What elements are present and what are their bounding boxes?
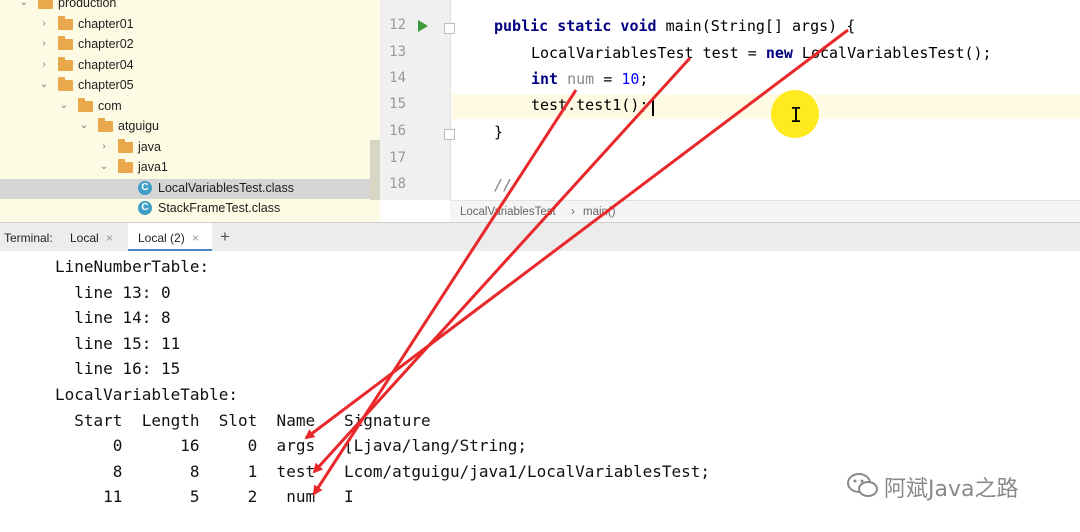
tree-item-label: java xyxy=(138,139,161,154)
breadcrumb-method[interactable]: main() xyxy=(583,206,616,218)
breadcrumb-separator-icon: › xyxy=(571,206,575,218)
run-icon[interactable] xyxy=(418,20,428,32)
folder-icon xyxy=(58,15,73,30)
tree-item[interactable]: ⌄ chapter05 xyxy=(0,76,380,96)
terminal-line: LocalVariableTable: xyxy=(55,385,239,404)
line-number: 15 xyxy=(389,96,406,112)
line-number: 14 xyxy=(389,70,406,86)
tab-local-2-close-icon[interactable]: × xyxy=(192,231,199,245)
terminal-line: line 15: 11 xyxy=(55,334,181,353)
code-line-15: test.test1(); xyxy=(531,96,649,114)
line-number: 17 xyxy=(389,150,406,166)
add-tab-icon[interactable]: + xyxy=(220,227,230,247)
tree-item-label: chapter02 xyxy=(78,37,134,51)
folder-icon xyxy=(98,118,113,132)
tree-item-label: chapter05 xyxy=(78,78,134,92)
ibeam-cursor-icon: I xyxy=(790,103,803,127)
class-file-icon: C xyxy=(138,201,152,215)
editor-gutter: 12 13 14 15 16 17 18 xyxy=(380,0,455,200)
tree-item[interactable]: ⌄ production xyxy=(0,0,380,14)
tree-item[interactable]: › chapter02 xyxy=(0,35,380,55)
tab-local-close-icon[interactable]: × xyxy=(106,231,113,245)
folder-icon xyxy=(58,56,73,71)
folder-icon xyxy=(58,77,73,91)
folder-icon xyxy=(118,159,133,173)
terminal-line: LineNumberTable: xyxy=(55,257,210,276)
watermark: 阿斌Java之路 xyxy=(846,468,1056,502)
tree-item[interactable]: › java xyxy=(0,138,380,158)
tree-item-label: com xyxy=(98,98,122,113)
terminal-line: 8 8 1 test Lcom/atguigu/java1/LocalVaria… xyxy=(55,462,711,481)
folder-icon xyxy=(78,97,93,112)
chevron-right-icon[interactable]: › xyxy=(98,141,110,153)
tree-item[interactable]: C StackFrameTest.class xyxy=(0,199,380,219)
folder-icon xyxy=(58,36,73,50)
tree-item[interactable]: ⌄ atguigu xyxy=(0,117,380,137)
tree-item[interactable]: C LocalVariablesTest.class xyxy=(0,178,380,199)
chevron-down-icon[interactable]: ⌄ xyxy=(98,161,110,173)
code-line-13: LocalVariablesTest test = new LocalVaria… xyxy=(531,44,992,62)
line-number: 18 xyxy=(389,176,406,192)
terminal-tab-bar: Terminal: Local × Local (2) × + xyxy=(0,222,1080,252)
terminal-line: line 16: 15 xyxy=(55,359,181,378)
chevron-right-icon[interactable]: › xyxy=(38,59,50,71)
project-tree: ⌄ production › chapter01 › chapter02 › chapter0… xyxy=(0,0,380,222)
chevron-right-icon[interactable]: › xyxy=(38,38,50,50)
code-line-16: } xyxy=(494,123,504,141)
line-number: 12 xyxy=(389,17,406,33)
code-line-12: public static void main(String[] args) { xyxy=(494,17,856,35)
tree-item-label: chapter04 xyxy=(78,57,134,72)
tree-item-label: LocalVariablesTest.class xyxy=(158,180,294,195)
chevron-down-icon[interactable]: ⌄ xyxy=(78,120,90,132)
tree-item-label: java1 xyxy=(138,160,168,174)
code-line-18: // xyxy=(494,176,513,194)
folder-icon xyxy=(118,138,133,153)
chevron-down-icon[interactable]: ⌄ xyxy=(58,100,70,112)
terminal-title: Terminal: xyxy=(4,231,53,245)
tab-local-2-label[interactable]: Local (2) xyxy=(138,231,185,245)
tree-item[interactable]: › chapter04 xyxy=(0,56,380,76)
tree-scrollbar[interactable] xyxy=(370,140,380,200)
terminal-line: line 14: 8 xyxy=(55,308,171,327)
tree-item-label: production xyxy=(58,0,117,10)
fold-icon[interactable] xyxy=(444,129,455,140)
chevron-down-icon[interactable]: ⌄ xyxy=(38,79,50,91)
tree-item-label: atguigu xyxy=(118,119,160,133)
class-file-icon: C xyxy=(138,180,152,195)
line-number: 16 xyxy=(389,123,406,139)
tree-item-label: chapter01 xyxy=(78,16,134,31)
terminal-line: 11 5 2 num I xyxy=(55,487,354,506)
chevron-right-icon[interactable]: › xyxy=(38,18,50,30)
breadcrumb-file[interactable]: LocalVariablesTest xyxy=(460,206,556,218)
terminal-line: line 13: 0 xyxy=(55,283,171,302)
terminal-line: Start Length Slot Name Signature xyxy=(55,411,431,430)
tree-item[interactable]: › chapter01 xyxy=(0,15,380,35)
text-cursor xyxy=(652,98,654,116)
terminal-line: 0 16 0 args [Ljava/lang/String; xyxy=(55,436,528,455)
watermark-text: 阿斌Java之路 xyxy=(884,477,1019,502)
breadcrumb: LocalVariablesTest › main() xyxy=(450,200,1080,222)
line-number: 13 xyxy=(389,44,406,60)
fold-icon[interactable] xyxy=(444,23,455,34)
code-editor[interactable]: 12 13 14 15 16 17 18 public static void … xyxy=(380,0,1080,222)
chevron-down-icon[interactable]: ⌄ xyxy=(18,0,30,9)
wechat-icon xyxy=(847,473,878,497)
tree-item-label: StackFrameTest.class xyxy=(158,201,281,215)
code-line-14: int num = 10; xyxy=(531,70,649,88)
tree-item[interactable]: ⌄ com xyxy=(0,97,380,117)
tree-item[interactable]: ⌄ java1 xyxy=(0,158,380,178)
folder-icon xyxy=(38,0,53,9)
tab-local-label[interactable]: Local xyxy=(70,231,99,245)
